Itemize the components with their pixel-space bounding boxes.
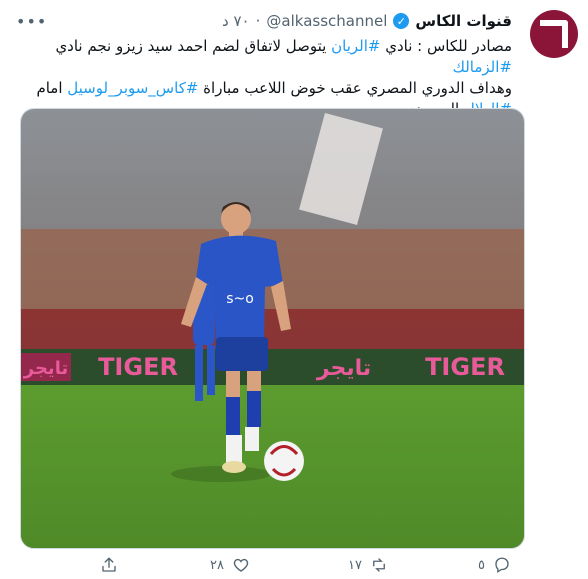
like-button[interactable]: ٢٨ — [210, 556, 250, 574]
ad-board-text: تايجر — [316, 356, 371, 381]
photo-football-player: تايجر TIGER تايجر TIGER s~o — [21, 109, 524, 548]
tweet-actions-bar: ٥ ١٧ ٢٨ — [0, 556, 588, 576]
tweet-line: وهداف الدوري المصري عقب خوض اللاعب مبارا… — [16, 78, 512, 99]
author-handle[interactable]: @alkasschannel — [266, 12, 387, 30]
share-icon — [102, 557, 116, 572]
verified-badge-icon: ✓ — [393, 13, 410, 29]
reply-count: ٥ — [478, 557, 485, 573]
alkass-logo-icon — [540, 20, 568, 48]
author-name[interactable]: قنوات الكاس — [415, 12, 512, 30]
text-segment: مصادر للكاس : نادي — [380, 37, 512, 55]
more-options-icon[interactable]: ••• — [16, 12, 47, 31]
ad-board-text: TIGER — [425, 353, 505, 381]
avatar[interactable] — [530, 10, 578, 58]
tweet-line: مصادر للكاس : نادي #الريان يتوصل لاتفاق … — [16, 36, 512, 78]
tweet-time[interactable]: ٧٠ د — [222, 12, 250, 30]
retweet-icon — [373, 558, 385, 572]
reply-button[interactable]: ٥ — [478, 556, 511, 574]
tweet-photo[interactable]: تايجر TIGER تايجر TIGER s~o — [20, 108, 525, 549]
heart-icon — [233, 558, 249, 572]
hashtag-link[interactable]: #الزمالك — [453, 58, 512, 76]
hashtag-link[interactable]: #الريان — [331, 37, 380, 55]
hashtag-link[interactable]: #كاس_سوبر_لوسيل — [67, 79, 198, 97]
reply-icon — [495, 557, 509, 574]
ad-board-text: تايجر — [23, 358, 68, 379]
dot-separator: · — [255, 12, 261, 30]
shirt-sponsor-text: s~o — [226, 291, 254, 307]
tweet-header: قنوات الكاس ✓ @alkasschannel · ٧٠ د — [222, 12, 512, 30]
text-segment: امام — [36, 79, 68, 97]
retweet-count: ١٧ — [348, 557, 362, 573]
retweet-button[interactable]: ١٧ — [348, 556, 388, 574]
ad-board-text: TIGER — [98, 353, 178, 381]
text-segment: وهداف الدوري المصري عقب خوض اللاعب مبارا… — [198, 79, 512, 97]
share-button[interactable] — [100, 556, 118, 574]
tweet-card[interactable]: قنوات الكاس ✓ @alkasschannel · ٧٠ د ••• … — [0, 0, 588, 579]
like-count: ٢٨ — [210, 557, 224, 573]
text-segment: يتوصل لاتفاق لضم احمد سيد زيزو نجم نادي — [55, 37, 332, 55]
